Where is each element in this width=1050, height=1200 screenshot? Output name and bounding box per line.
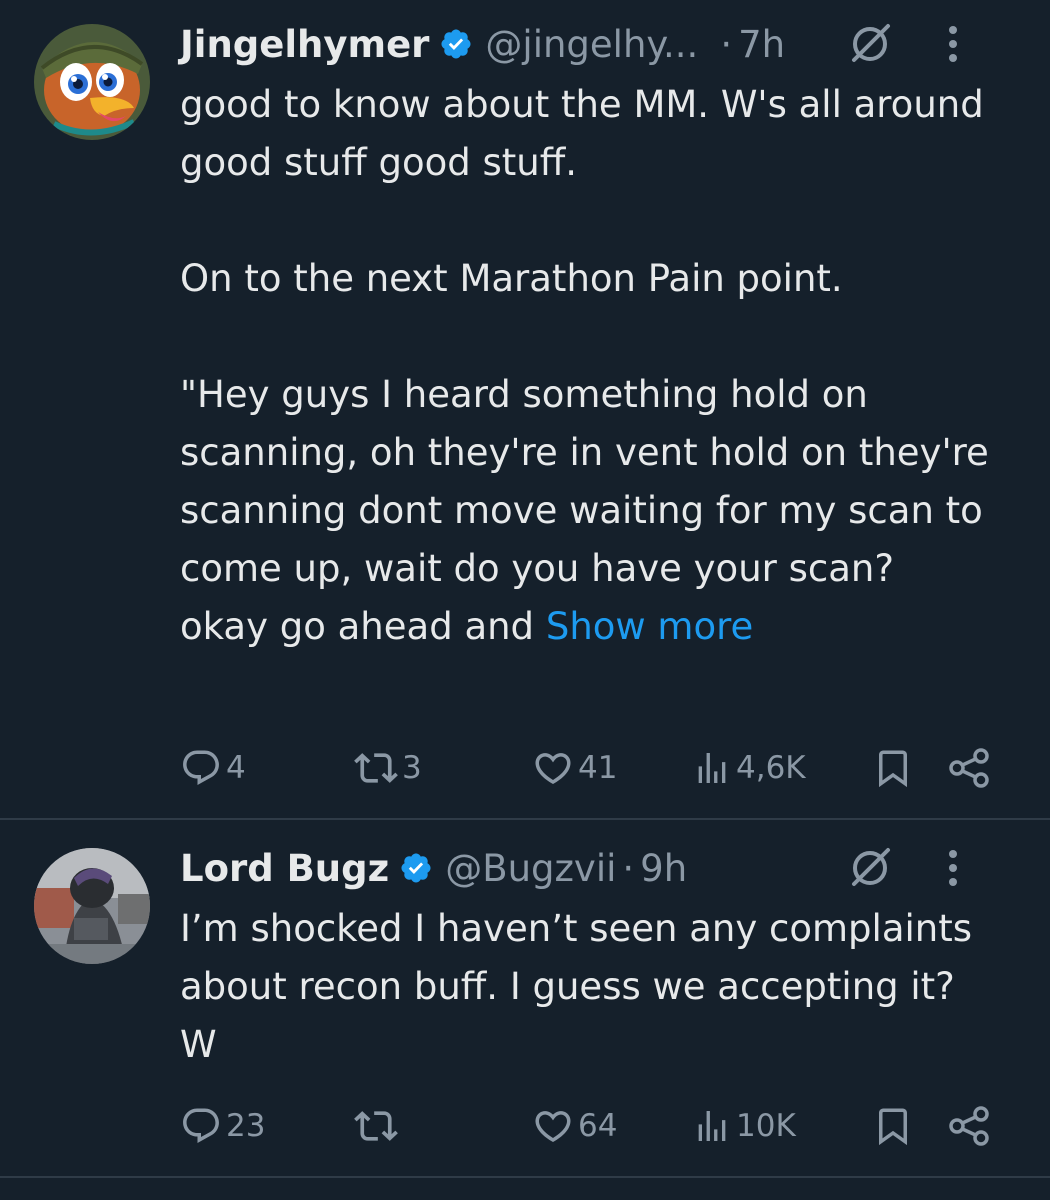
bookmark-button[interactable] bbox=[872, 744, 914, 792]
tweet-text: good to know about the MM. W's all aroun… bbox=[180, 76, 990, 656]
views-button[interactable]: 4,6K bbox=[692, 744, 806, 792]
reply-count: 4 bbox=[226, 750, 246, 786]
cartoon-bird-avatar-icon bbox=[34, 24, 150, 140]
action-bar: 4 3 41 4,6K bbox=[180, 744, 1010, 792]
tweet[interactable]: Jingelhymer @jingelhy... · 7h good to kn… bbox=[0, 0, 1050, 818]
tweet-header: Jingelhymer @jingelhy... · 7h bbox=[180, 16, 1010, 72]
author-name[interactable]: Jingelhymer bbox=[180, 23, 429, 66]
repost-button[interactable]: 3 bbox=[354, 744, 422, 792]
share-icon bbox=[946, 747, 992, 789]
grok-icon[interactable] bbox=[848, 846, 892, 890]
show-more-link[interactable]: Show more bbox=[546, 605, 753, 648]
like-count: 41 bbox=[578, 750, 618, 786]
more-options-icon[interactable] bbox=[946, 846, 960, 890]
like-button[interactable]: 64 bbox=[532, 1102, 617, 1150]
views-bar-chart-icon bbox=[692, 748, 732, 788]
heart-icon bbox=[532, 1105, 574, 1147]
reply-button[interactable]: 23 bbox=[180, 1102, 265, 1150]
tweet-paragraph: I’m shocked I haven’t seen any complaint… bbox=[180, 907, 973, 1066]
bookmark-button[interactable] bbox=[872, 1102, 914, 1150]
heart-icon bbox=[532, 747, 574, 789]
hooded-figure-avatar-icon bbox=[34, 848, 150, 964]
share-icon bbox=[946, 1105, 992, 1147]
grok-icon[interactable] bbox=[848, 22, 892, 66]
views-button[interactable]: 10K bbox=[692, 1102, 796, 1150]
timestamp[interactable]: 9h bbox=[640, 847, 687, 890]
avatar[interactable] bbox=[34, 848, 150, 964]
repost-button[interactable] bbox=[354, 1102, 402, 1150]
tweet-header: Lord Bugz @Bugzvii · 9h bbox=[180, 840, 1010, 896]
verified-badge-icon bbox=[399, 851, 433, 885]
like-count: 64 bbox=[578, 1108, 618, 1144]
tweet-paragraph: good to know about the MM. W's all aroun… bbox=[180, 83, 984, 184]
tweet-paragraph: "Hey guys I heard something hold on scan… bbox=[180, 366, 990, 656]
tweet[interactable]: Lord Bugz @Bugzvii · 9h I’m shocked I ha… bbox=[0, 820, 1050, 1176]
reply-count: 23 bbox=[226, 1108, 266, 1144]
more-options-icon[interactable] bbox=[946, 22, 960, 66]
separator-dot: · bbox=[720, 22, 733, 66]
verified-badge-icon bbox=[439, 27, 473, 61]
share-button[interactable] bbox=[946, 744, 992, 792]
author-handle[interactable]: @Bugzvii bbox=[445, 847, 616, 890]
reply-icon bbox=[180, 1105, 222, 1147]
view-count: 4,6K bbox=[736, 750, 806, 786]
author-handle[interactable]: @jingelhy... bbox=[485, 23, 698, 66]
action-bar: 23 64 10K bbox=[180, 1102, 1010, 1150]
reply-button[interactable]: 4 bbox=[180, 744, 246, 792]
separator-dot: · bbox=[622, 846, 635, 890]
share-button[interactable] bbox=[946, 1102, 992, 1150]
timestamp[interactable]: 7h bbox=[738, 23, 785, 66]
tweet-paragraph: On to the next Marathon Pain point. bbox=[180, 257, 843, 300]
repost-count: 3 bbox=[402, 750, 422, 786]
avatar[interactable] bbox=[34, 24, 150, 140]
reply-icon bbox=[180, 747, 222, 789]
bookmark-icon bbox=[872, 1105, 914, 1147]
views-bar-chart-icon bbox=[692, 1106, 732, 1146]
view-count: 10K bbox=[736, 1108, 796, 1144]
tweet-divider bbox=[0, 1176, 1050, 1178]
repost-icon bbox=[354, 1104, 398, 1148]
repost-icon bbox=[354, 746, 398, 790]
author-name[interactable]: Lord Bugz bbox=[180, 847, 389, 890]
tweet-text: I’m shocked I haven’t seen any complaint… bbox=[180, 900, 990, 1074]
like-button[interactable]: 41 bbox=[532, 744, 617, 792]
bookmark-icon bbox=[872, 747, 914, 789]
